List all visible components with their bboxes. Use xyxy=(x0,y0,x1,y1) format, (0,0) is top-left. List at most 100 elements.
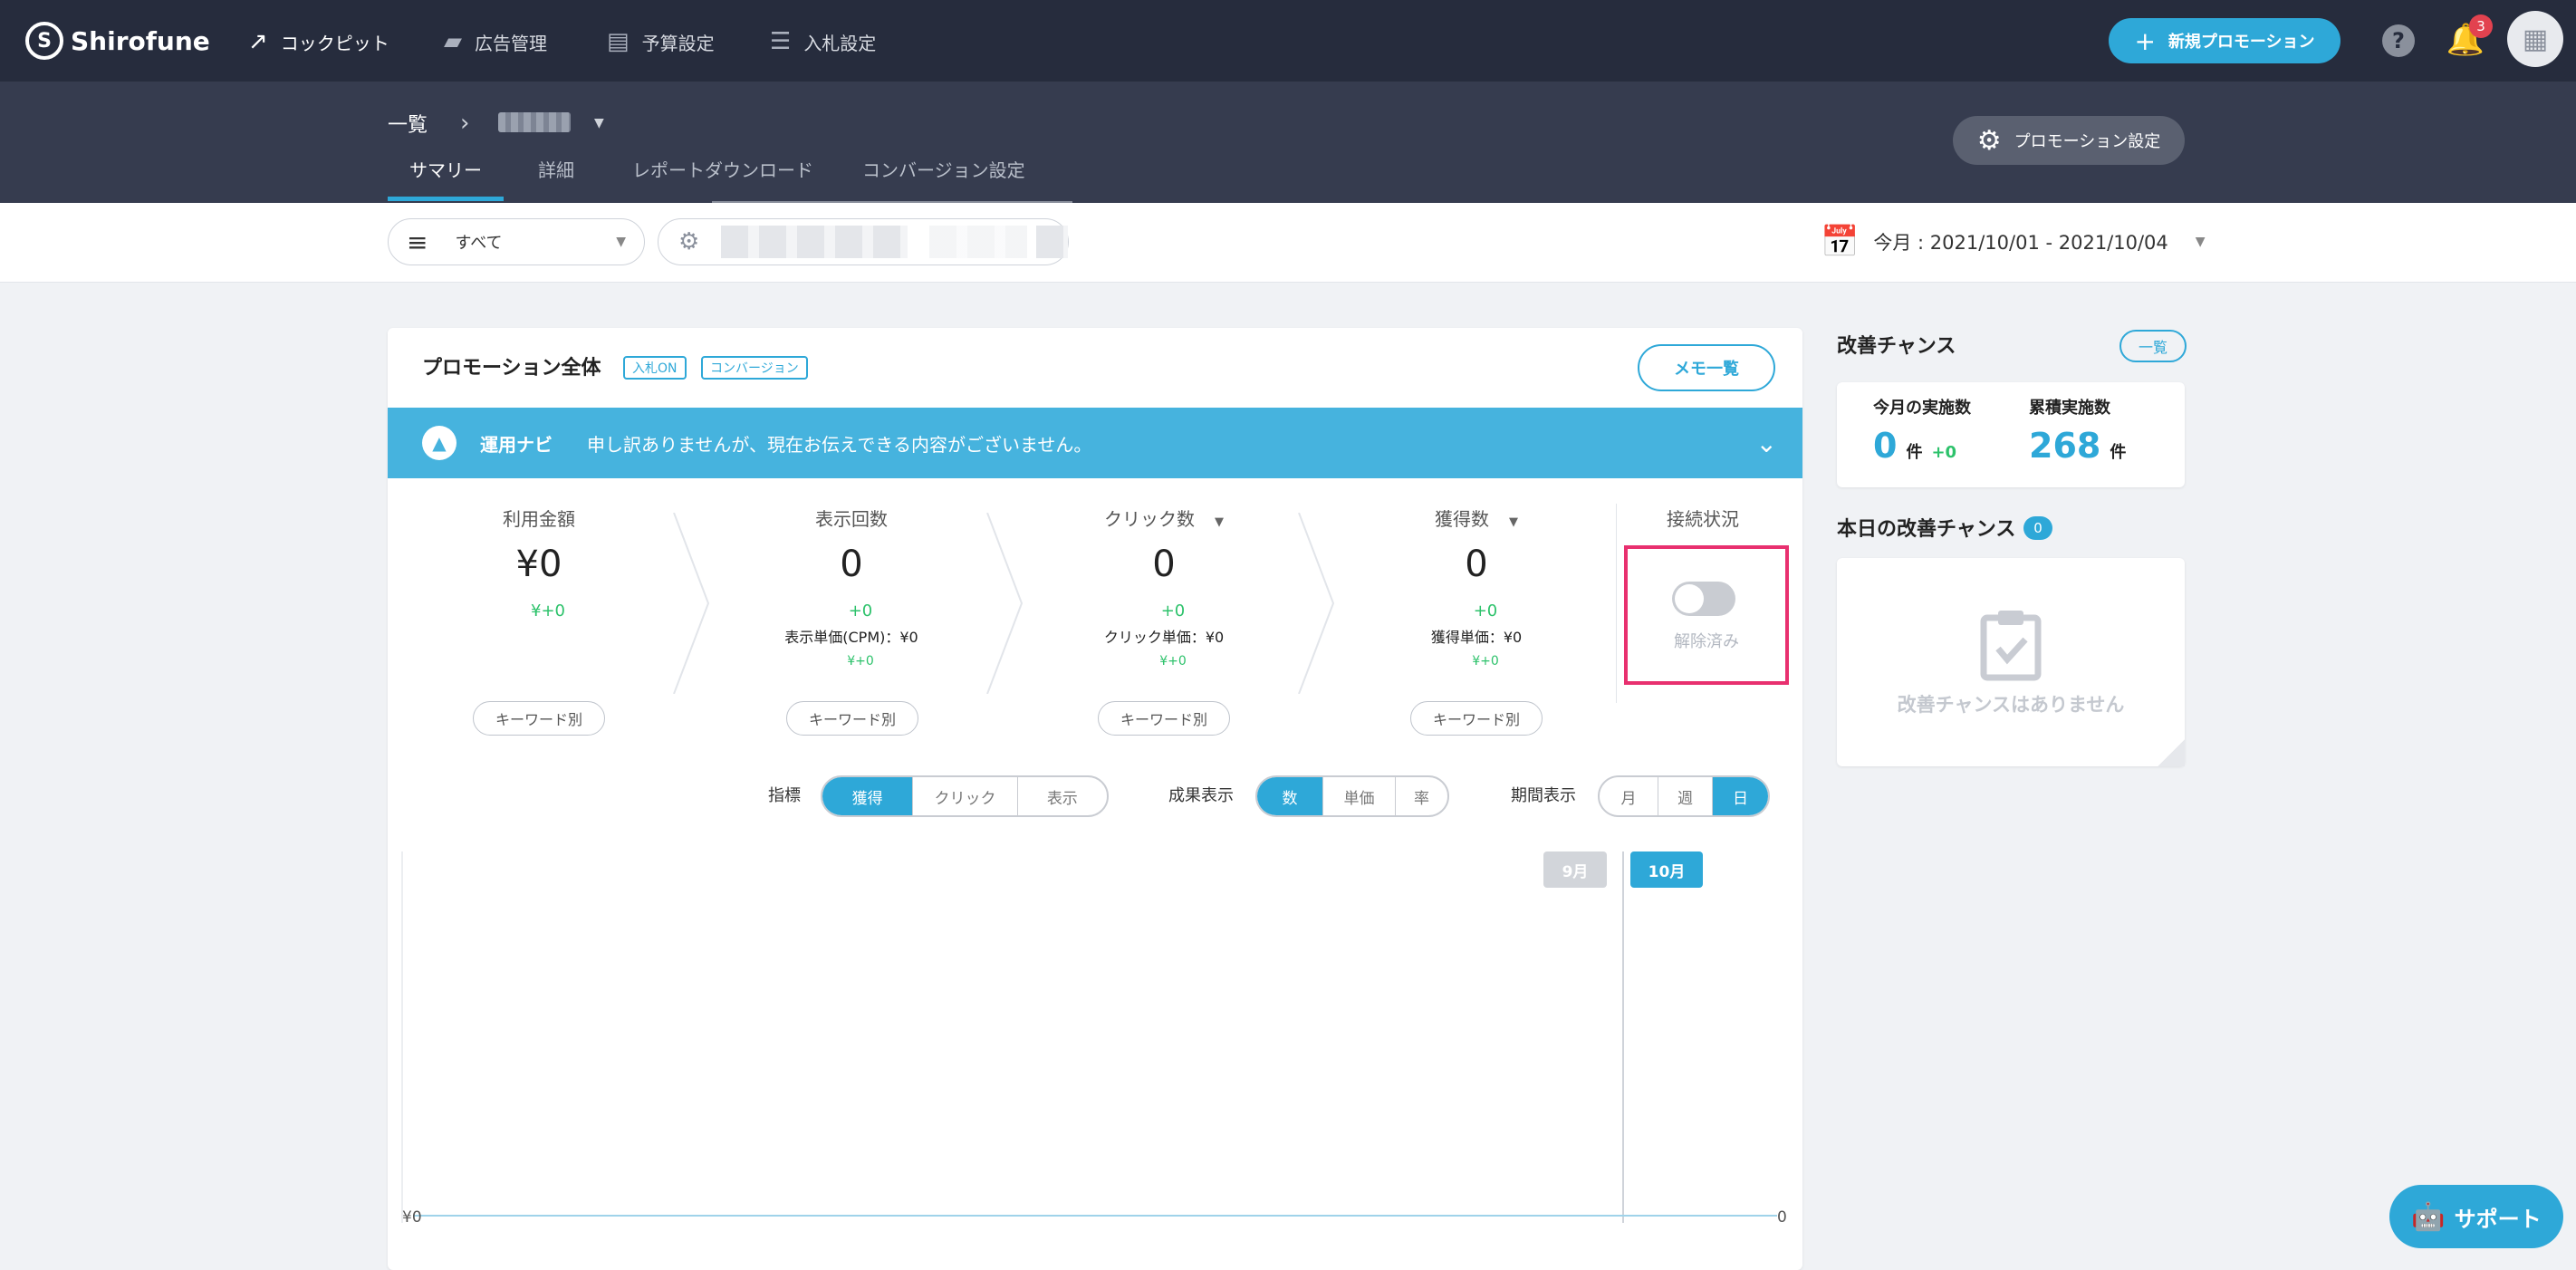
metric-option-conversions[interactable]: 獲得 xyxy=(822,777,913,815)
metric-option-impressions[interactable]: 表示 xyxy=(1016,777,1107,815)
chevron-right-icon: › xyxy=(460,110,470,137)
help-icon[interactable]: ? xyxy=(2382,24,2415,57)
nav-item-label: 予算設定 xyxy=(641,32,715,54)
connection-status-label: 解除済み xyxy=(1674,632,1739,651)
navi-message: 申し訳ありませんが、現在お伝えできる内容がございません。 xyxy=(587,433,1092,456)
card-title: プロモーション全体 xyxy=(422,357,601,380)
chevron-down-icon: ▼ xyxy=(1509,515,1518,529)
notification-badge: 3 xyxy=(2469,14,2493,38)
chevron-down-icon: ▼ xyxy=(2195,235,2206,249)
metric-value: 0 xyxy=(1152,544,1176,585)
metric-delta: ¥+0 xyxy=(531,601,565,621)
period-display-label: 期間表示 xyxy=(1511,786,1576,805)
keyword-breakdown-button[interactable]: キーワード別 xyxy=(786,701,918,736)
metric-value: ¥0 xyxy=(515,544,562,585)
performance-chart xyxy=(401,851,1777,1223)
stat-label: 今月の実施数 xyxy=(1873,399,1971,418)
metric-delta: +0 xyxy=(1160,601,1186,621)
account-filter[interactable]: ⚙ xyxy=(658,218,1069,265)
metric-label: クリック数 xyxy=(1104,508,1195,530)
trend-icon: ↗ xyxy=(248,28,268,55)
tag-conversion: コンバージョン xyxy=(701,356,808,380)
nav-item-budget[interactable]: ▤ 予算設定 xyxy=(607,24,715,60)
tab-summary[interactable]: サマリー xyxy=(409,156,482,188)
nav-item-label: 広告管理 xyxy=(475,32,547,54)
metric-label-row[interactable]: クリック数 ▼ xyxy=(1024,504,1304,534)
result-option-count[interactable]: 数 xyxy=(1257,777,1322,815)
filter-select[interactable]: ≡ すべて ▼ xyxy=(388,218,645,265)
stat-label: 累積実施数 xyxy=(2029,399,2110,418)
stat-unit: 件 xyxy=(2110,443,2127,462)
brand-logo[interactable]: S Shirofune xyxy=(25,18,210,63)
new-promotion-button[interactable]: + 新規プロモーション xyxy=(2109,18,2341,63)
date-range-label: 今月 : 2021/10/01 - 2021/10/04 xyxy=(1873,232,2168,254)
result-display-label: 成果表示 xyxy=(1168,786,1234,805)
period-selector: 月 週 日 xyxy=(1598,775,1770,817)
tab-report-download[interactable]: レポートダウンロード xyxy=(632,156,813,188)
metric-selector-label: 指標 xyxy=(768,786,801,805)
nav-item-ads[interactable]: ▰ 広告管理 xyxy=(444,24,547,60)
connection-toggle[interactable] xyxy=(1672,582,1735,616)
period-option-day[interactable]: 日 xyxy=(1712,777,1768,815)
page-fold-decoration xyxy=(2158,739,2185,766)
keyword-breakdown-button[interactable]: キーワード別 xyxy=(473,701,605,736)
support-label: サポート xyxy=(2454,1206,2542,1232)
metric-impressions: 表示回数 0 +0 表示単価(CPM)：¥0 ¥+0 xyxy=(711,504,992,672)
result-option-unit[interactable]: 単価 xyxy=(1322,777,1395,815)
metric-label-row[interactable]: 獲得数 ▼ xyxy=(1336,504,1617,534)
filter-lines-icon: ≡ xyxy=(407,226,428,257)
plus-icon: + xyxy=(2134,25,2156,56)
y-axis-left-label: ¥0 xyxy=(402,1208,422,1227)
promotion-settings-label: プロモーション設定 xyxy=(2014,132,2161,151)
redacted-block xyxy=(929,226,1027,258)
navi-label: 運用ナビ xyxy=(480,433,553,456)
nav-item-cockpit[interactable]: ↗ コックピット xyxy=(248,24,389,60)
metric-label: 利用金額 xyxy=(503,508,575,530)
metric-label: 表示回数 xyxy=(815,508,888,530)
stat-unit: 件 xyxy=(1906,443,1923,462)
result-option-rate[interactable]: 率 xyxy=(1395,777,1447,815)
connection-label: 接続状況 xyxy=(1667,508,1739,530)
metric-option-clicks[interactable]: クリック xyxy=(912,777,1016,815)
new-promotion-label: 新規プロモーション xyxy=(2167,33,2315,52)
today-kaizen-title: 本日の改善チャンス xyxy=(1837,518,2016,541)
sliders-icon: ☰ xyxy=(770,28,792,55)
stat-delta: +0 xyxy=(1931,443,1957,462)
metric-value: 0 xyxy=(1465,544,1488,585)
chevron-down-icon[interactable]: ▼ xyxy=(594,109,604,138)
metric-selector: 獲得 クリック 表示 xyxy=(821,775,1109,817)
metric-delta: +0 xyxy=(848,601,873,621)
tab-conversion-settings[interactable]: コンバージョン設定 xyxy=(862,156,1025,188)
metric-cost: 利用金額 ¥0 ¥+0 xyxy=(399,504,679,625)
calendar-icon: 📅 xyxy=(1821,224,1860,260)
gear-icon: ⚙ xyxy=(678,228,700,255)
keyword-breakdown-button[interactable]: キーワード別 xyxy=(1098,701,1230,736)
tab-detail[interactable]: 詳細 xyxy=(538,156,574,188)
chevron-down-icon: ▼ xyxy=(1215,515,1224,529)
metric-separator xyxy=(986,513,1024,694)
date-range-picker[interactable]: 📅 今月 : 2021/10/01 - 2021/10/04 ▼ xyxy=(1821,223,2206,261)
month-tag-prev[interactable]: 9月 xyxy=(1543,851,1607,888)
gear-icon: ⚙ xyxy=(1976,124,2002,157)
robot-icon: 🤖 xyxy=(2411,1200,2446,1233)
breadcrumb-root[interactable]: 一覧 xyxy=(388,109,428,138)
kaizen-empty-message: 改善チャンスはありません xyxy=(1897,694,2125,716)
navigation-arrow-icon: ▲ xyxy=(422,426,457,460)
keyword-breakdown-button[interactable]: キーワード別 xyxy=(1410,701,1543,736)
promotion-settings-button[interactable]: ⚙ プロモーション設定 xyxy=(1953,116,2185,165)
chevron-down-icon[interactable]: ⌄ xyxy=(1756,428,1777,458)
stat-value: 0 xyxy=(1873,426,1898,466)
memo-list-button[interactable]: メモ一覧 xyxy=(1638,344,1775,391)
tag-bid-on: 入札ON xyxy=(623,356,687,380)
period-option-week[interactable]: 週 xyxy=(1658,777,1712,815)
metric-conversions: 獲得数 ▼ 0 +0 獲得単価：¥0 ¥+0 xyxy=(1336,504,1617,672)
nav-item-label: 入札設定 xyxy=(803,32,877,54)
kaizen-list-button[interactable]: 一覧 xyxy=(2119,330,2187,362)
nav-item-bidding[interactable]: ☰ 入札設定 xyxy=(770,24,876,60)
month-tag-current[interactable]: 10月 xyxy=(1630,851,1703,888)
operation-navi-bar[interactable]: ▲ 運用ナビ 申し訳ありませんが、現在お伝えできる内容がございません。 ⌄ xyxy=(388,408,1802,478)
avatar[interactable]: ▦ xyxy=(2507,11,2563,67)
support-button[interactable]: 🤖 サポート xyxy=(2389,1185,2563,1248)
toggle-knob xyxy=(1675,584,1704,613)
period-option-month[interactable]: 月 xyxy=(1600,777,1658,815)
